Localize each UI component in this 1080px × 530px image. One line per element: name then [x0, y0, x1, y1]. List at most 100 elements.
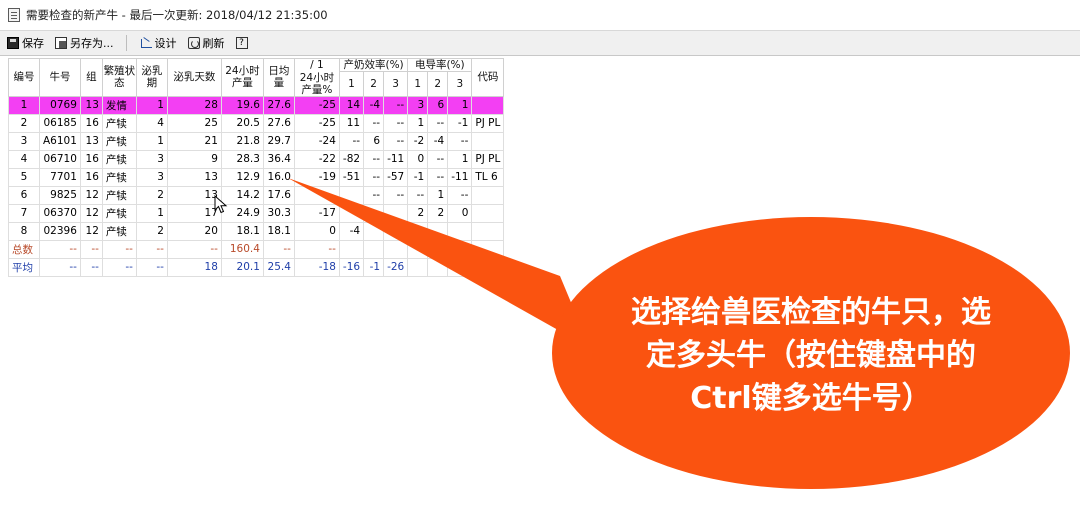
- cell-no[interactable]: 5: [8, 167, 40, 187]
- cell-avg[interactable]: 18.1: [262, 221, 295, 241]
- cell-avg[interactable]: 27.6: [262, 113, 295, 133]
- cell-group[interactable]: 12: [79, 185, 103, 205]
- cell-k3[interactable]: --: [447, 185, 473, 205]
- cell-cow[interactable]: 06710: [39, 149, 81, 169]
- cell-lact[interactable]: 3: [135, 149, 168, 169]
- cell-pct[interactable]: -24: [293, 131, 340, 151]
- save-as-button[interactable]: 另存为...: [51, 33, 118, 53]
- table-row[interactable]: 7 06370 12 产犊 1 17 24.9 30.3 -17 2 2 0: [8, 203, 505, 223]
- cell-dim[interactable]: 21: [166, 131, 222, 151]
- cell-k2[interactable]: [427, 221, 449, 241]
- cell-k2[interactable]: 2: [427, 203, 449, 223]
- cell-code[interactable]: [471, 203, 505, 223]
- cell-dim[interactable]: 9: [166, 149, 222, 169]
- cell-cow[interactable]: 9825: [39, 185, 81, 205]
- cell-cow[interactable]: 02396: [39, 221, 81, 241]
- cell-k2[interactable]: --: [427, 167, 449, 187]
- table-row[interactable]: 8 02396 12 产犊 2 20 18.1 18.1 0 -4: [8, 221, 505, 241]
- cell-avg[interactable]: 16.0: [262, 167, 295, 187]
- cell-avg[interactable]: 29.7: [262, 131, 295, 151]
- cell-e1[interactable]: 11: [338, 113, 365, 133]
- cell-code[interactable]: [471, 185, 505, 205]
- header-days-in-milk[interactable]: 泌乳天数: [166, 58, 222, 97]
- cell-no[interactable]: 6: [8, 185, 40, 205]
- cell-cow[interactable]: 0769: [39, 95, 81, 115]
- cell-e2[interactable]: -4: [363, 95, 385, 115]
- cell-e2[interactable]: [363, 221, 385, 241]
- cell-code[interactable]: [471, 131, 505, 151]
- cell-state[interactable]: 产犊: [101, 221, 137, 241]
- design-button[interactable]: 设计: [136, 33, 181, 53]
- cell-lact[interactable]: 2: [135, 221, 168, 241]
- cell-cow[interactable]: 06185: [39, 113, 81, 133]
- cell-y24[interactable]: 28.3: [220, 149, 264, 169]
- header-cond-1[interactable]: 1: [407, 71, 429, 97]
- cell-y24[interactable]: 21.8: [220, 131, 264, 151]
- cell-k1[interactable]: 0: [407, 149, 429, 169]
- cell-e2[interactable]: --: [363, 149, 385, 169]
- cell-state[interactable]: 产犊: [101, 203, 137, 223]
- cell-e2[interactable]: --: [363, 185, 385, 205]
- cell-dim[interactable]: 28: [166, 95, 222, 115]
- cell-pct[interactable]: -22: [293, 149, 340, 169]
- cell-no[interactable]: 7: [8, 203, 40, 223]
- cell-k3[interactable]: -11: [447, 167, 473, 187]
- cell-code[interactable]: TL 6: [471, 167, 505, 187]
- cell-lact[interactable]: 1: [135, 131, 168, 151]
- cell-k2[interactable]: 1: [427, 185, 449, 205]
- cell-group[interactable]: 12: [79, 221, 103, 241]
- header-eff-3[interactable]: 3: [383, 71, 409, 97]
- cell-lact[interactable]: 4: [135, 113, 168, 133]
- cell-dim[interactable]: 20: [166, 221, 222, 241]
- cell-pct[interactable]: 0: [293, 221, 340, 241]
- cell-e3[interactable]: --: [383, 185, 409, 205]
- cell-k2[interactable]: --: [427, 113, 449, 133]
- cell-y24[interactable]: 18.1: [220, 221, 264, 241]
- cell-e2[interactable]: [363, 203, 385, 223]
- cell-y24[interactable]: 12.9: [220, 167, 264, 187]
- cell-avg[interactable]: 27.6: [262, 95, 295, 115]
- cell-e1[interactable]: [338, 203, 365, 223]
- header-24h-yield[interactable]: 24小时产量: [220, 58, 264, 97]
- cell-code[interactable]: [471, 221, 505, 241]
- table-row[interactable]: 1 0769 13 发情 1 28 19.6 27.6 -25 14 -4 -- 3 6 1: [8, 95, 505, 115]
- cell-e1[interactable]: 14: [338, 95, 365, 115]
- cell-state[interactable]: 产犊: [101, 131, 137, 151]
- header-group[interactable]: 组: [79, 58, 103, 97]
- cell-k1[interactable]: 2: [407, 203, 429, 223]
- cell-k1[interactable]: 3: [407, 95, 429, 115]
- cell-e3[interactable]: -57: [383, 167, 409, 187]
- table-row[interactable]: 5 7701 16 产犊 3 13 12.9 16.0 -19 -51 -- -57 -1 -- -11 TL…: [8, 167, 505, 187]
- cell-state[interactable]: 产犊: [101, 185, 137, 205]
- cell-lact[interactable]: 3: [135, 167, 168, 187]
- cell-k1[interactable]: --: [407, 185, 429, 205]
- cell-code[interactable]: PJ PL: [471, 149, 505, 169]
- header-daily-avg[interactable]: 日均量: [262, 58, 295, 97]
- table-row[interactable]: 6 9825 12 产犊 2 13 14.2 17.6 -- -- -- 1 --: [8, 185, 505, 205]
- header-repro-state[interactable]: 繁殖状态: [101, 58, 137, 97]
- cell-pct[interactable]: [293, 185, 340, 205]
- cell-group[interactable]: 12: [79, 203, 103, 223]
- cell-dim[interactable]: 25: [166, 113, 222, 133]
- header-cond-3[interactable]: 3: [447, 71, 473, 97]
- cell-no[interactable]: 4: [8, 149, 40, 169]
- cell-e2[interactable]: 6: [363, 131, 385, 151]
- cell-e3[interactable]: [383, 203, 409, 223]
- cell-k3[interactable]: --: [447, 131, 473, 151]
- cell-group[interactable]: 16: [79, 113, 103, 133]
- cell-k1[interactable]: 1: [407, 113, 429, 133]
- cell-dim[interactable]: 13: [166, 167, 222, 187]
- cell-e1[interactable]: -4: [338, 221, 365, 241]
- table-row[interactable]: 3 A6101 13 产犊 1 21 21.8 29.7 -24 -- 6 -- -2 -4 --: [8, 131, 505, 151]
- help-button[interactable]: ?: [232, 33, 255, 53]
- cell-e1[interactable]: --: [338, 131, 365, 151]
- save-button[interactable]: 保存: [3, 33, 48, 53]
- table-row[interactable]: 2 06185 16 产犊 4 25 20.5 27.6 -25 11 -- -- 1 -- -1 PJ PL: [8, 113, 505, 133]
- cell-k2[interactable]: 6: [427, 95, 449, 115]
- cell-e3[interactable]: -11: [383, 149, 409, 169]
- cell-k3[interactable]: 1: [447, 149, 473, 169]
- header-no[interactable]: 编号: [8, 58, 40, 97]
- cell-group[interactable]: 16: [79, 149, 103, 169]
- cell-state[interactable]: 产犊: [101, 149, 137, 169]
- header-eff-2[interactable]: 2: [363, 71, 385, 97]
